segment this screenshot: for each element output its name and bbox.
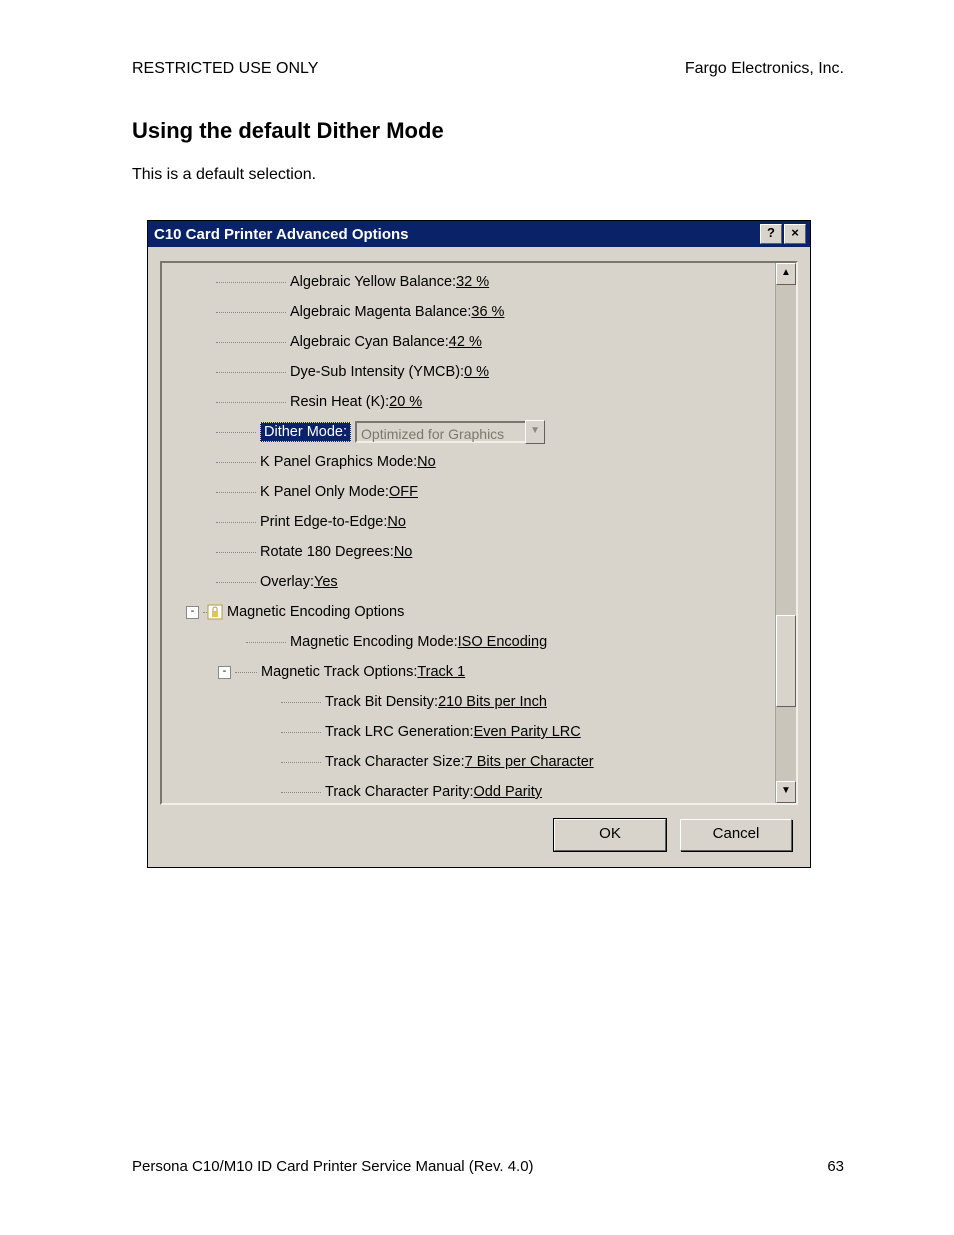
tree-node-magnetic-encoding[interactable]: Magnetic Encoding Options <box>227 604 404 620</box>
dither-mode-combo[interactable]: Optimized for Graphics ▼ <box>355 420 545 444</box>
tree-item-label: Dye-Sub Intensity (YMCB): <box>290 364 464 380</box>
tree-item-value[interactable]: No <box>417 454 436 470</box>
lock-options-icon <box>207 604 223 620</box>
tree-item-label: Track Bit Density: <box>325 694 438 710</box>
tree-item-label: K Panel Only Mode: <box>260 484 389 500</box>
tree-item-label: Track LRC Generation: <box>325 724 474 740</box>
titlebar-close-button[interactable]: × <box>784 224 806 244</box>
tree-item-dither-mode[interactable]: Dither Mode: <box>260 422 351 442</box>
tree-node-track-options[interactable]: Magnetic Track Options: <box>261 664 417 680</box>
tree-item-label: Algebraic Magenta Balance: <box>290 304 471 320</box>
tree-item-label: Overlay: <box>260 574 314 590</box>
titlebar-help-button[interactable]: ? <box>760 224 782 244</box>
header-left: RESTRICTED USE ONLY <box>132 60 318 78</box>
tree-item-label: Print Edge-to-Edge: <box>260 514 387 530</box>
tree-item-label: Algebraic Yellow Balance: <box>290 274 456 290</box>
tree-item-value[interactable]: Yes <box>314 574 338 590</box>
tree-item-value[interactable]: 0 % <box>464 364 489 380</box>
tree-item-value[interactable]: 32 % <box>456 274 489 290</box>
options-tree: Algebraic Yellow Balance: 32 % Algebraic… <box>160 261 798 805</box>
vertical-scrollbar[interactable]: ▲ ▼ <box>775 263 796 803</box>
ok-button[interactable]: OK <box>554 819 666 851</box>
tree-item-label: Magnetic Encoding Mode: <box>290 634 458 650</box>
tree-item-label: K Panel Graphics Mode: <box>260 454 417 470</box>
tree-item-label: Track Character Parity: <box>325 784 474 800</box>
tree-expander[interactable]: - <box>218 666 231 679</box>
advanced-options-dialog: C10 Card Printer Advanced Options ? × Al… <box>147 220 811 868</box>
tree-item-value[interactable]: No <box>394 544 413 560</box>
tree-item-label: Rotate 180 Degrees: <box>260 544 394 560</box>
footer-page-number: 63 <box>827 1158 844 1175</box>
tree-item-value[interactable]: 7 Bits per Character <box>465 754 594 770</box>
tree-item-label: Track Character Size: <box>325 754 465 770</box>
dither-mode-value: Optimized for Graphics <box>355 421 545 443</box>
tree-item-value[interactable]: OFF <box>389 484 418 500</box>
cancel-button[interactable]: Cancel <box>680 819 792 851</box>
tree-item-value[interactable]: No <box>387 514 406 530</box>
dialog-title: C10 Card Printer Advanced Options <box>154 226 760 243</box>
footer-left: Persona C10/M10 ID Card Printer Service … <box>132 1158 534 1175</box>
tree-item-value[interactable]: Odd Parity <box>474 784 543 800</box>
tree-item-value[interactable]: 36 % <box>471 304 504 320</box>
tree-expander[interactable]: - <box>186 606 199 619</box>
chevron-down-icon[interactable]: ▼ <box>525 420 545 444</box>
tree-item-value[interactable]: 210 Bits per Inch <box>438 694 547 710</box>
header-right: Fargo Electronics, Inc. <box>685 60 844 78</box>
scroll-down-button[interactable]: ▼ <box>776 781 796 803</box>
tree-item-value[interactable]: ISO Encoding <box>458 634 547 650</box>
scroll-up-button[interactable]: ▲ <box>776 263 796 285</box>
tree-item-value[interactable]: 42 % <box>449 334 482 350</box>
tree-item-label: Resin Heat (K): <box>290 394 389 410</box>
tree-item-value[interactable]: 20 % <box>389 394 422 410</box>
tree-item-value[interactable]: Even Parity LRC <box>474 724 581 740</box>
scrollbar-thumb[interactable] <box>776 615 796 707</box>
body-text: This is a default selection. <box>132 166 844 184</box>
dialog-titlebar: C10 Card Printer Advanced Options ? × <box>148 221 810 247</box>
section-title: Using the default Dither Mode <box>132 118 844 144</box>
scrollbar-track[interactable] <box>776 285 796 781</box>
tree-item-value[interactable]: Track 1 <box>417 664 465 680</box>
tree-item-label: Algebraic Cyan Balance: <box>290 334 449 350</box>
